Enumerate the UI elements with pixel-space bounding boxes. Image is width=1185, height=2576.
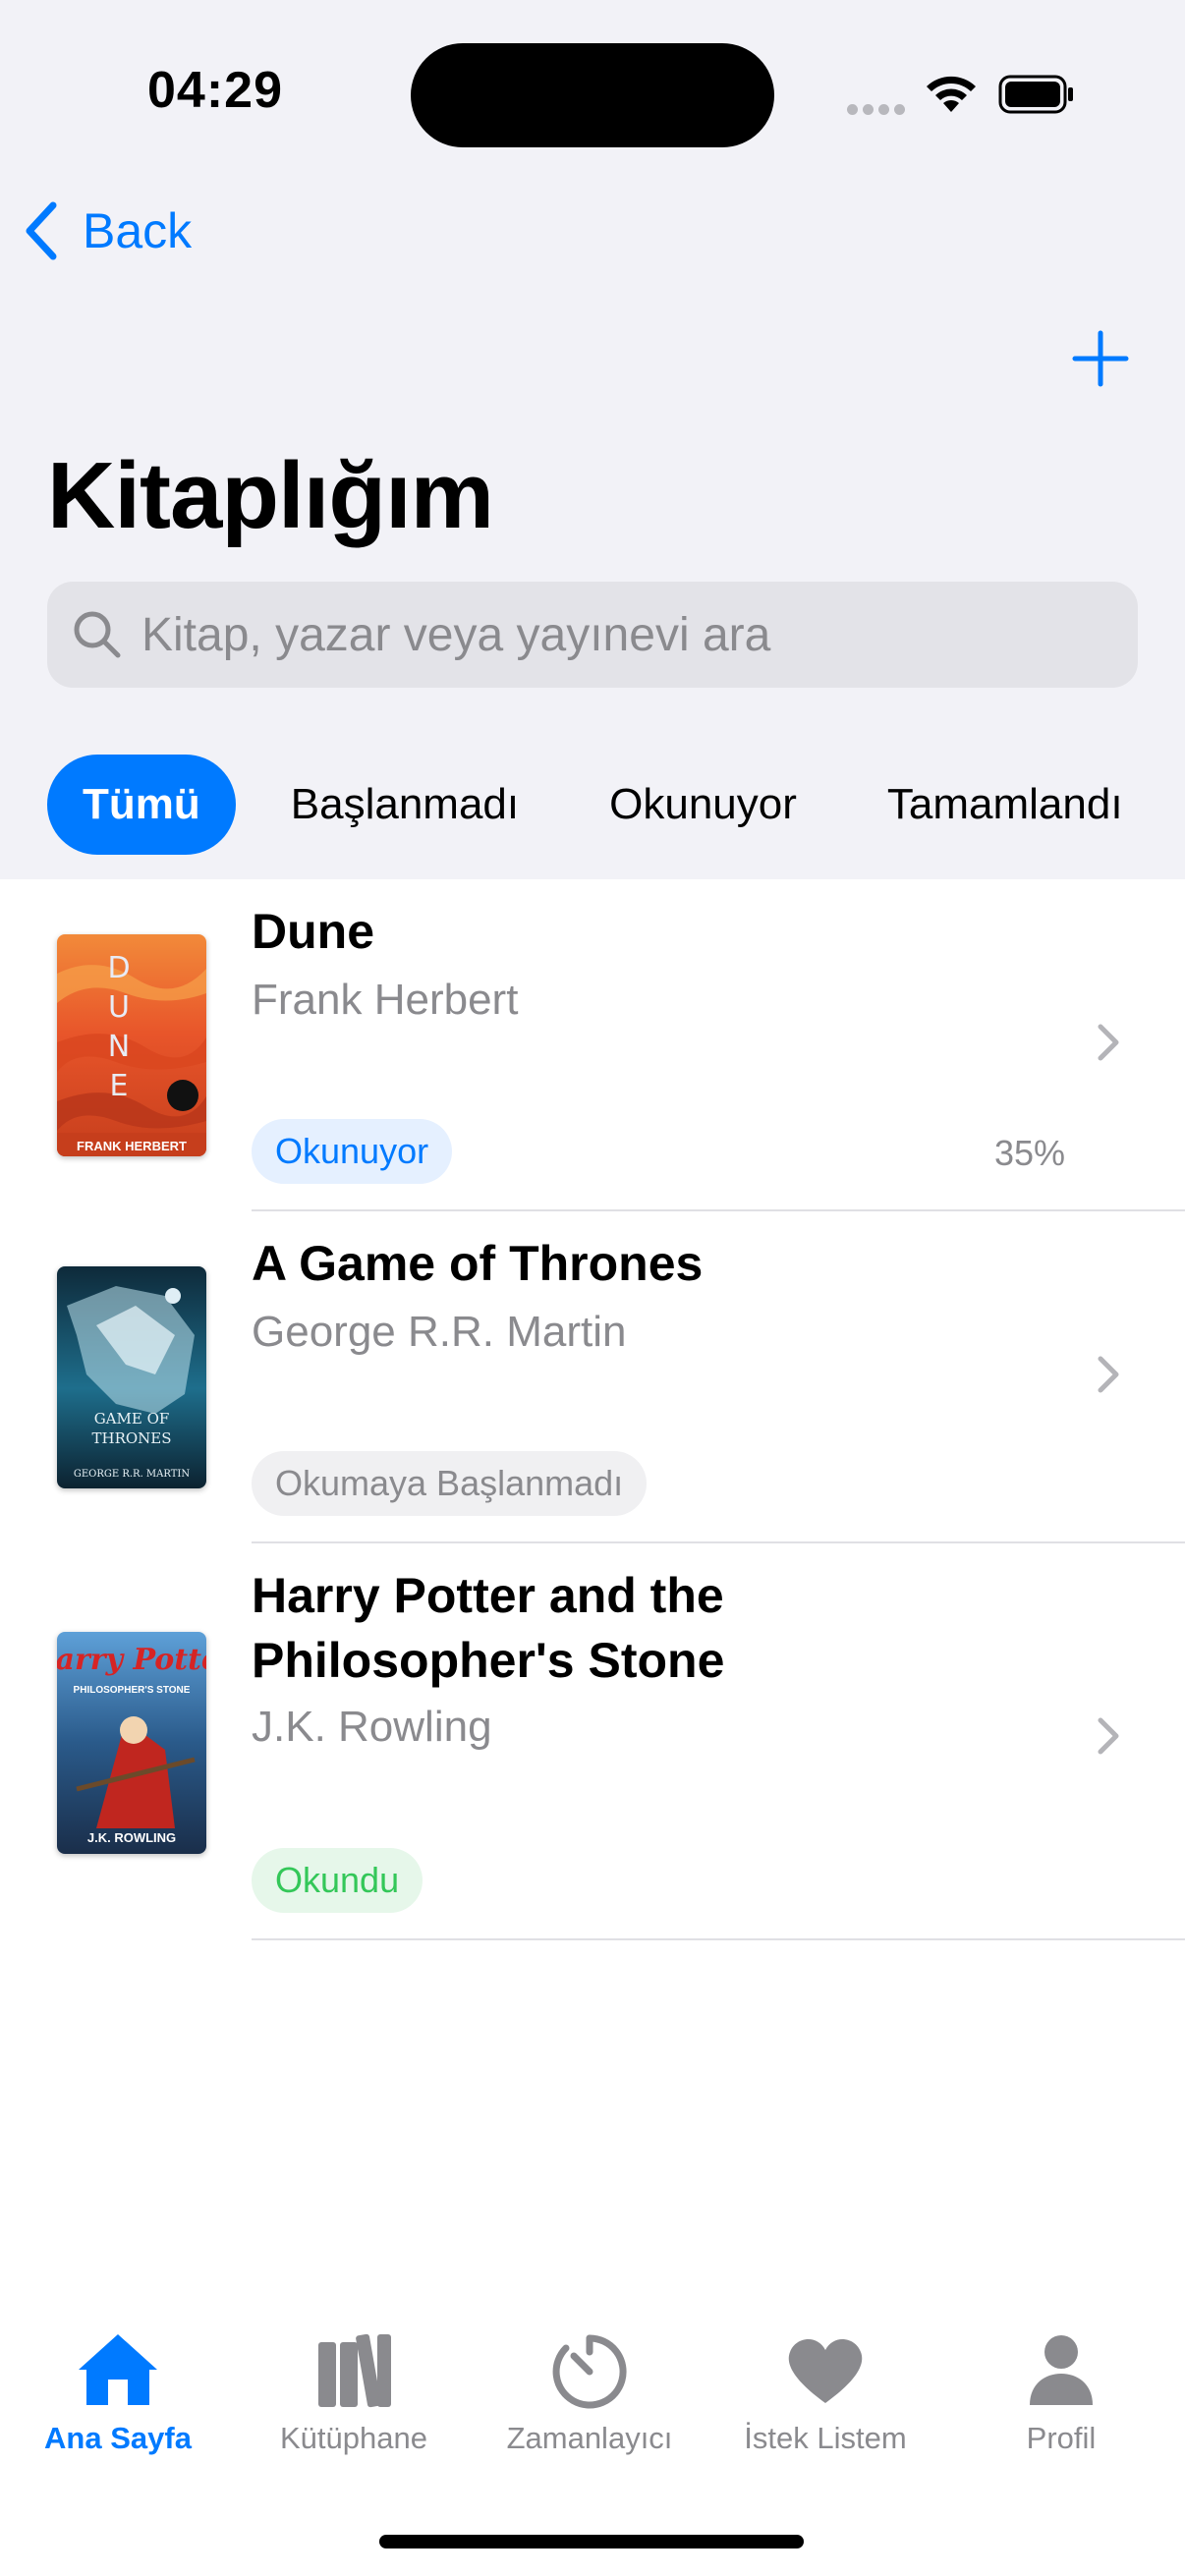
tab-home[interactable]: Ana Sayfa (0, 2328, 236, 2456)
signal-dots-icon (847, 102, 910, 120)
book-cover-dune: DUNE FRANK HERBERT (57, 934, 206, 1156)
book-row-game-of-thrones[interactable]: GAME OF THRONES GEORGE R.R. MARTIN A Gam… (0, 1211, 1185, 1543)
reading-progress: 35% (994, 1133, 1066, 1173)
dune-cover-art: DUNE FRANK HERBERT (57, 951, 206, 1156)
hp-cover-author: J.K. ROWLING (87, 1830, 176, 1845)
filter-chips: Tümü Başlanmadı Okunuyor Tamamlandı (47, 755, 1158, 855)
chevron-right-icon (1098, 1717, 1119, 1755)
book-row-harry-potter[interactable]: Harry Potter PHILOSOPHER'S STONE J.K. RO… (0, 1543, 1185, 1940)
got-cover-art: GAME OF THRONES GEORGE R.R. MARTIN (67, 1286, 195, 1480)
got-cover-text-2: THRONES (91, 1429, 171, 1447)
house-icon (79, 2334, 157, 2405)
wifi-icon (927, 76, 976, 112)
status-badge: Okunuyor (252, 1119, 453, 1184)
tab-label: Zamanlayıcı (506, 2421, 673, 2455)
book-author: George R.R. Martin (252, 1308, 627, 1356)
got-cover-author: GEORGE R.R. MARTIN (74, 1469, 191, 1480)
book-title: Harry Potter and the Philosopher's Stone (252, 1568, 725, 1688)
search-bar[interactable] (47, 582, 1138, 688)
timer-icon (552, 2334, 627, 2409)
dynamic-island (411, 43, 774, 147)
chevron-right-icon (1098, 1024, 1119, 1061)
book-cover-game-of-thrones: GAME OF THRONES GEORGE R.R. MARTIN (57, 1266, 206, 1488)
heart-icon (788, 2338, 863, 2403)
chevron-right-icon (1098, 1356, 1119, 1393)
dune-cover-author: FRANK HERBERT (77, 1139, 187, 1153)
tab-profile[interactable]: Profil (943, 2328, 1179, 2456)
hp-cover-subtitle: PHILOSOPHER'S STONE (74, 1685, 191, 1696)
books-icon (318, 2333, 391, 2408)
add-book-button[interactable] (1071, 329, 1130, 388)
person-icon (1030, 2335, 1093, 2405)
book-title: A Game of Thrones (252, 1236, 704, 1291)
tab-wishlist[interactable]: İstek Listem (707, 2328, 943, 2456)
battery-icon (998, 75, 1073, 114)
chevron-left-icon (26, 201, 57, 260)
status-time: 04:29 (147, 62, 283, 119)
tab-label: İstek Listem (744, 2421, 907, 2455)
hp-cover-title: Harry Potter (57, 1643, 206, 1677)
filter-chip-reading[interactable]: Okunuyor (574, 755, 832, 855)
tab-timer[interactable]: Zamanlayıcı (472, 2328, 707, 2456)
filter-chip-completed[interactable]: Tamamlandı (852, 755, 1158, 855)
row-divider (252, 1938, 1185, 1940)
tab-library[interactable]: Kütüphane (236, 2328, 472, 2456)
book-author: J.K. Rowling (252, 1703, 492, 1751)
tab-label: Profil (1026, 2421, 1097, 2455)
search-input[interactable] (141, 607, 1075, 662)
back-button[interactable]: Back (22, 196, 192, 265)
tab-label: Kütüphane (280, 2421, 427, 2455)
got-cover-text: GAME OF (94, 1410, 170, 1428)
status-badge: Okundu (252, 1848, 423, 1913)
tab-label: Ana Sayfa (44, 2421, 192, 2455)
search-icon (74, 611, 121, 658)
book-title: Dune (252, 904, 374, 959)
filter-chip-not-started[interactable]: Başlanmadı (255, 755, 554, 855)
hp-cover-art: Harry Potter PHILOSOPHER'S STONE J.K. RO… (57, 1643, 206, 1845)
book-cover-harry-potter: Harry Potter PHILOSOPHER'S STONE J.K. RO… (57, 1632, 206, 1854)
book-row-dune[interactable]: DUNE FRANK HERBERT Dune Frank Herbert Ok… (0, 879, 1185, 1211)
tab-bar: Ana Sayfa Kütüphane Zamanlayıcı İstek Li… (0, 2328, 1185, 2486)
dune-cover-text: DUNE (107, 951, 132, 1103)
book-author: Frank Herbert (252, 976, 519, 1024)
back-label: Back (83, 203, 193, 258)
page-title: Kitaplığım (47, 443, 494, 548)
status-badge: Okumaya Başlanmadı (252, 1451, 648, 1516)
filter-chip-all[interactable]: Tümü (47, 755, 236, 855)
home-indicator (379, 2535, 804, 2548)
